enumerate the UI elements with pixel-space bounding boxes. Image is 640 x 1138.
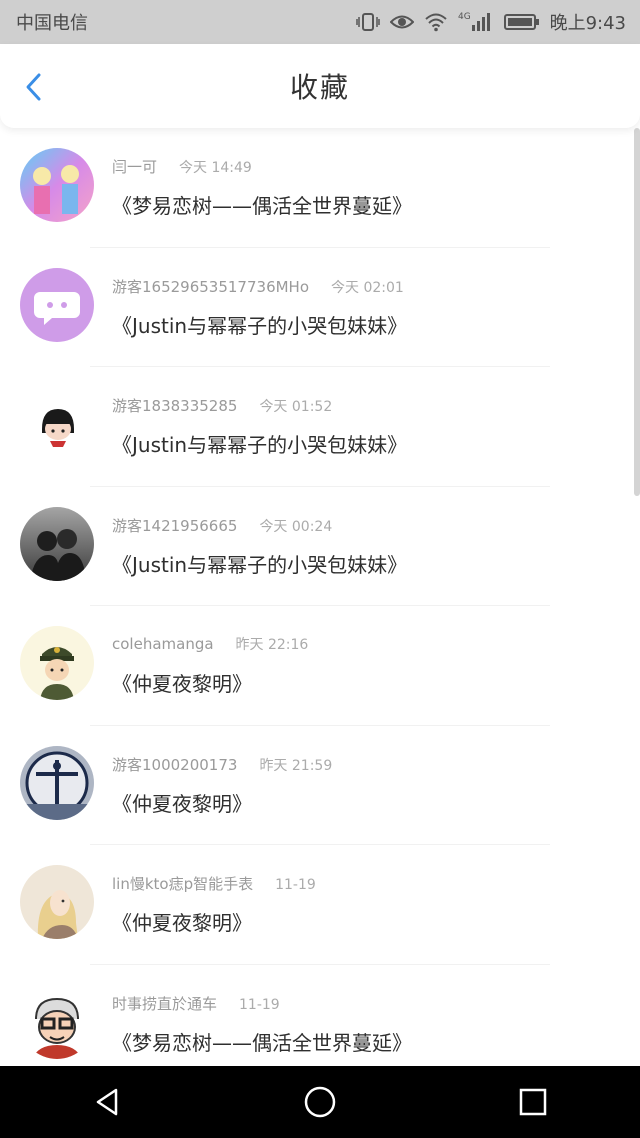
page-title: 收藏 <box>289 71 350 104</box>
item-meta: 游客16529653517736MHo 今天 02:01 <box>112 276 404 297</box>
list-item[interactable]: colehamanga 昨天 22:16 《仲夏夜黎明》 <box>0 606 640 726</box>
avatar <box>20 865 94 939</box>
list-item[interactable]: 游客1421956665 今天 00:24 《Justin与幂幂子的小哭包妹妹》 <box>0 487 640 606</box>
eye-icon <box>389 13 414 31</box>
item-user: 闫一可 <box>112 158 158 176</box>
avatar <box>20 387 94 461</box>
wifi-icon <box>424 12 448 32</box>
item-time: 今天 00:24 <box>259 518 333 535</box>
item-work-title: 《Justin与幂幂子的小哭包妹妹》 <box>112 313 408 338</box>
item-meta: 时事捞直於通车 11-19 <box>112 993 280 1014</box>
recents-square-icon <box>520 1088 547 1116</box>
item-user: colehamanga <box>112 635 214 653</box>
item-work-title: 《梦易恋树——偶活全世界蔓延》 <box>112 1030 412 1055</box>
list-item[interactable]: 闫一可 今天 14:49 《梦易恋树——偶活全世界蔓延》 <box>0 128 640 248</box>
item-user: 游客16529653517736MHo <box>112 277 310 296</box>
list-item[interactable]: 游客16529653517736MHo 今天 02:01 《Justin与幂幂子的… <box>0 248 640 367</box>
chevron-left-icon <box>26 73 41 101</box>
item-time: 昨天 22:16 <box>235 637 309 653</box>
nav-home-button[interactable] <box>290 1072 350 1132</box>
avatar <box>20 984 94 1059</box>
item-work-title: 《Justin与幂幂子的小哭包妹妹》 <box>112 552 408 577</box>
item-meta: 游客1838335285 今天 01:52 <box>112 395 332 416</box>
back-button[interactable] <box>20 72 50 102</box>
item-time: 昨天 21:59 <box>259 757 333 774</box>
nav-recents-button[interactable] <box>503 1072 563 1132</box>
item-time: 今天 02:01 <box>331 279 404 296</box>
status-icons: 4G 晚上9:43 <box>355 9 626 35</box>
item-work-title: 《仲夏夜黎明》 <box>112 911 252 935</box>
clock: 晚上9:43 <box>549 13 626 34</box>
item-meta: 游客1421956665 今天 00:24 <box>112 515 332 536</box>
item-time: 11-19 <box>275 877 316 893</box>
avatar <box>20 506 94 581</box>
svg-text:4G: 4G <box>458 12 471 22</box>
avatar <box>20 267 94 342</box>
item-meta: 闫一可 今天 14:49 <box>112 156 252 177</box>
item-user: 游客1838335285 <box>112 397 238 415</box>
item-user: lin慢kto痣p智能手表 <box>112 875 254 893</box>
battery-icon <box>503 13 540 31</box>
avatar <box>20 745 94 820</box>
item-meta: colehamanga 昨天 22:16 <box>112 634 308 654</box>
system-nav-bar <box>0 1066 640 1138</box>
header: 收藏 <box>0 44 640 128</box>
item-user: 游客1421956665 <box>112 516 238 535</box>
item-user: 游客1000200173 <box>112 755 238 774</box>
list-item[interactable]: 游客1000200173 昨天 21:59 《仲夏夜黎明》 <box>0 726 640 845</box>
carrier-label: 中国电信 <box>16 13 88 34</box>
item-work-title: 《仲夏夜黎明》 <box>112 672 252 696</box>
avatar <box>20 148 94 222</box>
nav-back-button[interactable] <box>77 1072 137 1132</box>
list-item[interactable]: 时事捞直於通车 11-19 《梦易恋树——偶活全世界蔓延》 <box>0 965 640 1067</box>
list-item[interactable]: lin慢kto痣p智能手表 11-19 《仲夏夜黎明》 <box>0 845 640 965</box>
item-work-title: 《梦易恋树——偶活全世界蔓延》 <box>112 194 412 218</box>
home-circle-icon <box>304 1086 336 1118</box>
avatar <box>20 626 94 700</box>
signal-icon: 4G <box>458 11 494 33</box>
vibrate-icon <box>355 12 380 32</box>
item-meta: lin慢kto痣p智能手表 11-19 <box>112 873 316 894</box>
item-time: 今天 14:49 <box>179 160 252 176</box>
back-triangle-icon <box>96 1088 117 1116</box>
status-bar: 中国电信 4G 晚上9:43 <box>0 0 640 44</box>
item-meta: 游客1000200173 昨天 21:59 <box>112 754 332 775</box>
list-item[interactable]: 游客1838335285 今天 01:52 《Justin与幂幂子的小哭包妹妹》 <box>0 367 640 487</box>
item-user: 时事捞直於通车 <box>112 994 218 1013</box>
scrollbar[interactable] <box>634 128 640 496</box>
item-time: 今天 01:52 <box>259 399 333 415</box>
item-work-title: 《Justin与幂幂子的小哭包妹妹》 <box>112 433 408 457</box>
favorites-list: 闫一可 今天 14:49 《梦易恋树——偶活全世界蔓延》 游客1652965351… <box>0 128 640 1066</box>
item-work-title: 《仲夏夜黎明》 <box>112 791 252 816</box>
item-time: 11-19 <box>239 996 280 1013</box>
